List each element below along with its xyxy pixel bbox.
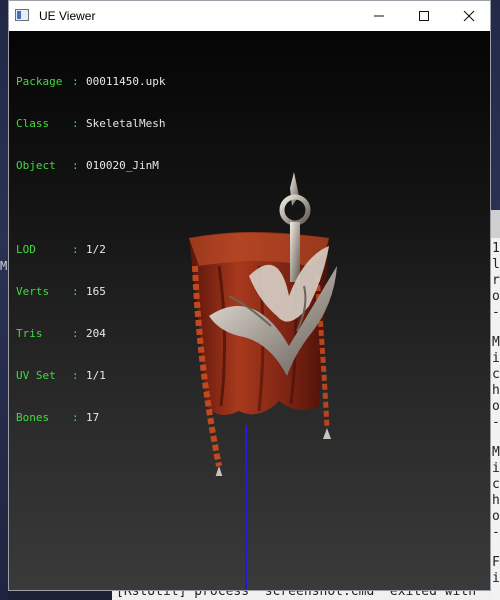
console-line: o	[492, 509, 500, 524]
console-line: M	[492, 445, 500, 460]
console-line: -	[492, 415, 500, 430]
console-line: -	[492, 525, 500, 540]
info-separator: :	[72, 159, 79, 172]
info-tris-row: Tris:204	[16, 327, 165, 341]
info-uvset-row: UV Set:1/1	[16, 369, 165, 383]
skeletal-mesh-model	[189, 172, 337, 476]
console-line: i	[492, 351, 500, 366]
info-bones-row: Bones:17	[16, 411, 165, 425]
info-value: 00011450.upk	[86, 75, 166, 88]
info-class-row: Class: SkeletalMesh	[16, 117, 165, 131]
info-value: 17	[86, 411, 100, 424]
info-key: Bones	[16, 411, 50, 424]
console-line: M	[492, 335, 500, 350]
info-separator: :	[72, 75, 79, 88]
console-line: c	[492, 367, 500, 382]
maximize-icon	[419, 11, 429, 21]
info-separator: :	[72, 369, 79, 382]
console-output-line: [RstUtil] process "screenshot.cmd" exite…	[116, 591, 477, 599]
console-scrollbar[interactable]	[491, 210, 500, 238]
minimize-button[interactable]	[356, 1, 402, 31]
mesh-info-overlay: Package:00011450.upk Class: SkeletalMesh …	[16, 47, 165, 453]
minimize-icon	[374, 15, 384, 17]
console-line: o	[492, 289, 500, 304]
info-value: 1/1	[86, 369, 106, 382]
desktop-background-left	[0, 0, 8, 600]
desktop-text-fragment: M	[0, 259, 8, 273]
info-key: Package	[16, 75, 63, 88]
info-package-row: Package:00011450.upk	[16, 75, 165, 89]
maximize-button[interactable]	[401, 1, 447, 31]
info-key: Verts	[16, 285, 50, 298]
info-separator: :	[72, 285, 79, 298]
info-value: 010020_JinM	[86, 159, 159, 172]
info-key: Object	[16, 159, 56, 172]
close-button[interactable]	[446, 1, 490, 31]
info-verts-row: Verts:165	[16, 285, 165, 299]
console-line: h	[492, 383, 500, 398]
console-line: i	[492, 571, 500, 586]
console-line: 1	[492, 241, 500, 256]
info-key: UV Set	[16, 369, 56, 382]
title-bar[interactable]: UE Viewer	[9, 1, 490, 31]
info-separator: :	[72, 327, 79, 340]
info-object-row: Object:010020_JinM	[16, 159, 165, 173]
3d-viewport[interactable]: Package:00011450.upk Class: SkeletalMesh …	[9, 31, 490, 590]
console-line: -	[492, 305, 500, 320]
ue-viewer-window[interactable]: UE Viewer Package:00011450.upk Class: Ske…	[8, 0, 491, 591]
console-line: l	[492, 257, 500, 272]
console-line: F	[492, 555, 500, 570]
console-line: h	[492, 493, 500, 508]
info-separator: :	[72, 117, 79, 130]
info-value: 165	[86, 285, 106, 298]
console-line: i	[492, 461, 500, 476]
info-value: 1/2	[86, 243, 106, 256]
info-separator: :	[72, 411, 79, 424]
info-key: LOD	[16, 243, 36, 256]
console-line: r	[492, 273, 500, 288]
info-value: SkeletalMesh	[86, 117, 166, 130]
info-key: Class	[16, 117, 50, 130]
console-line: c	[492, 477, 500, 492]
background-console-window[interactable]: 1 l r o - M i c h o - M i c h o - F i	[491, 210, 500, 600]
background-console-output: [RstUtil] process "screenshot.cmd" exite…	[112, 591, 491, 600]
close-icon	[463, 10, 475, 22]
console-line: o	[492, 399, 500, 414]
info-key: Tris	[16, 327, 43, 340]
info-separator: :	[72, 243, 79, 256]
window-title: UE Viewer	[39, 9, 96, 23]
app-window-icon	[15, 9, 29, 21]
info-lod-row: LOD:1/2	[16, 243, 165, 257]
info-value: 204	[86, 327, 106, 340]
